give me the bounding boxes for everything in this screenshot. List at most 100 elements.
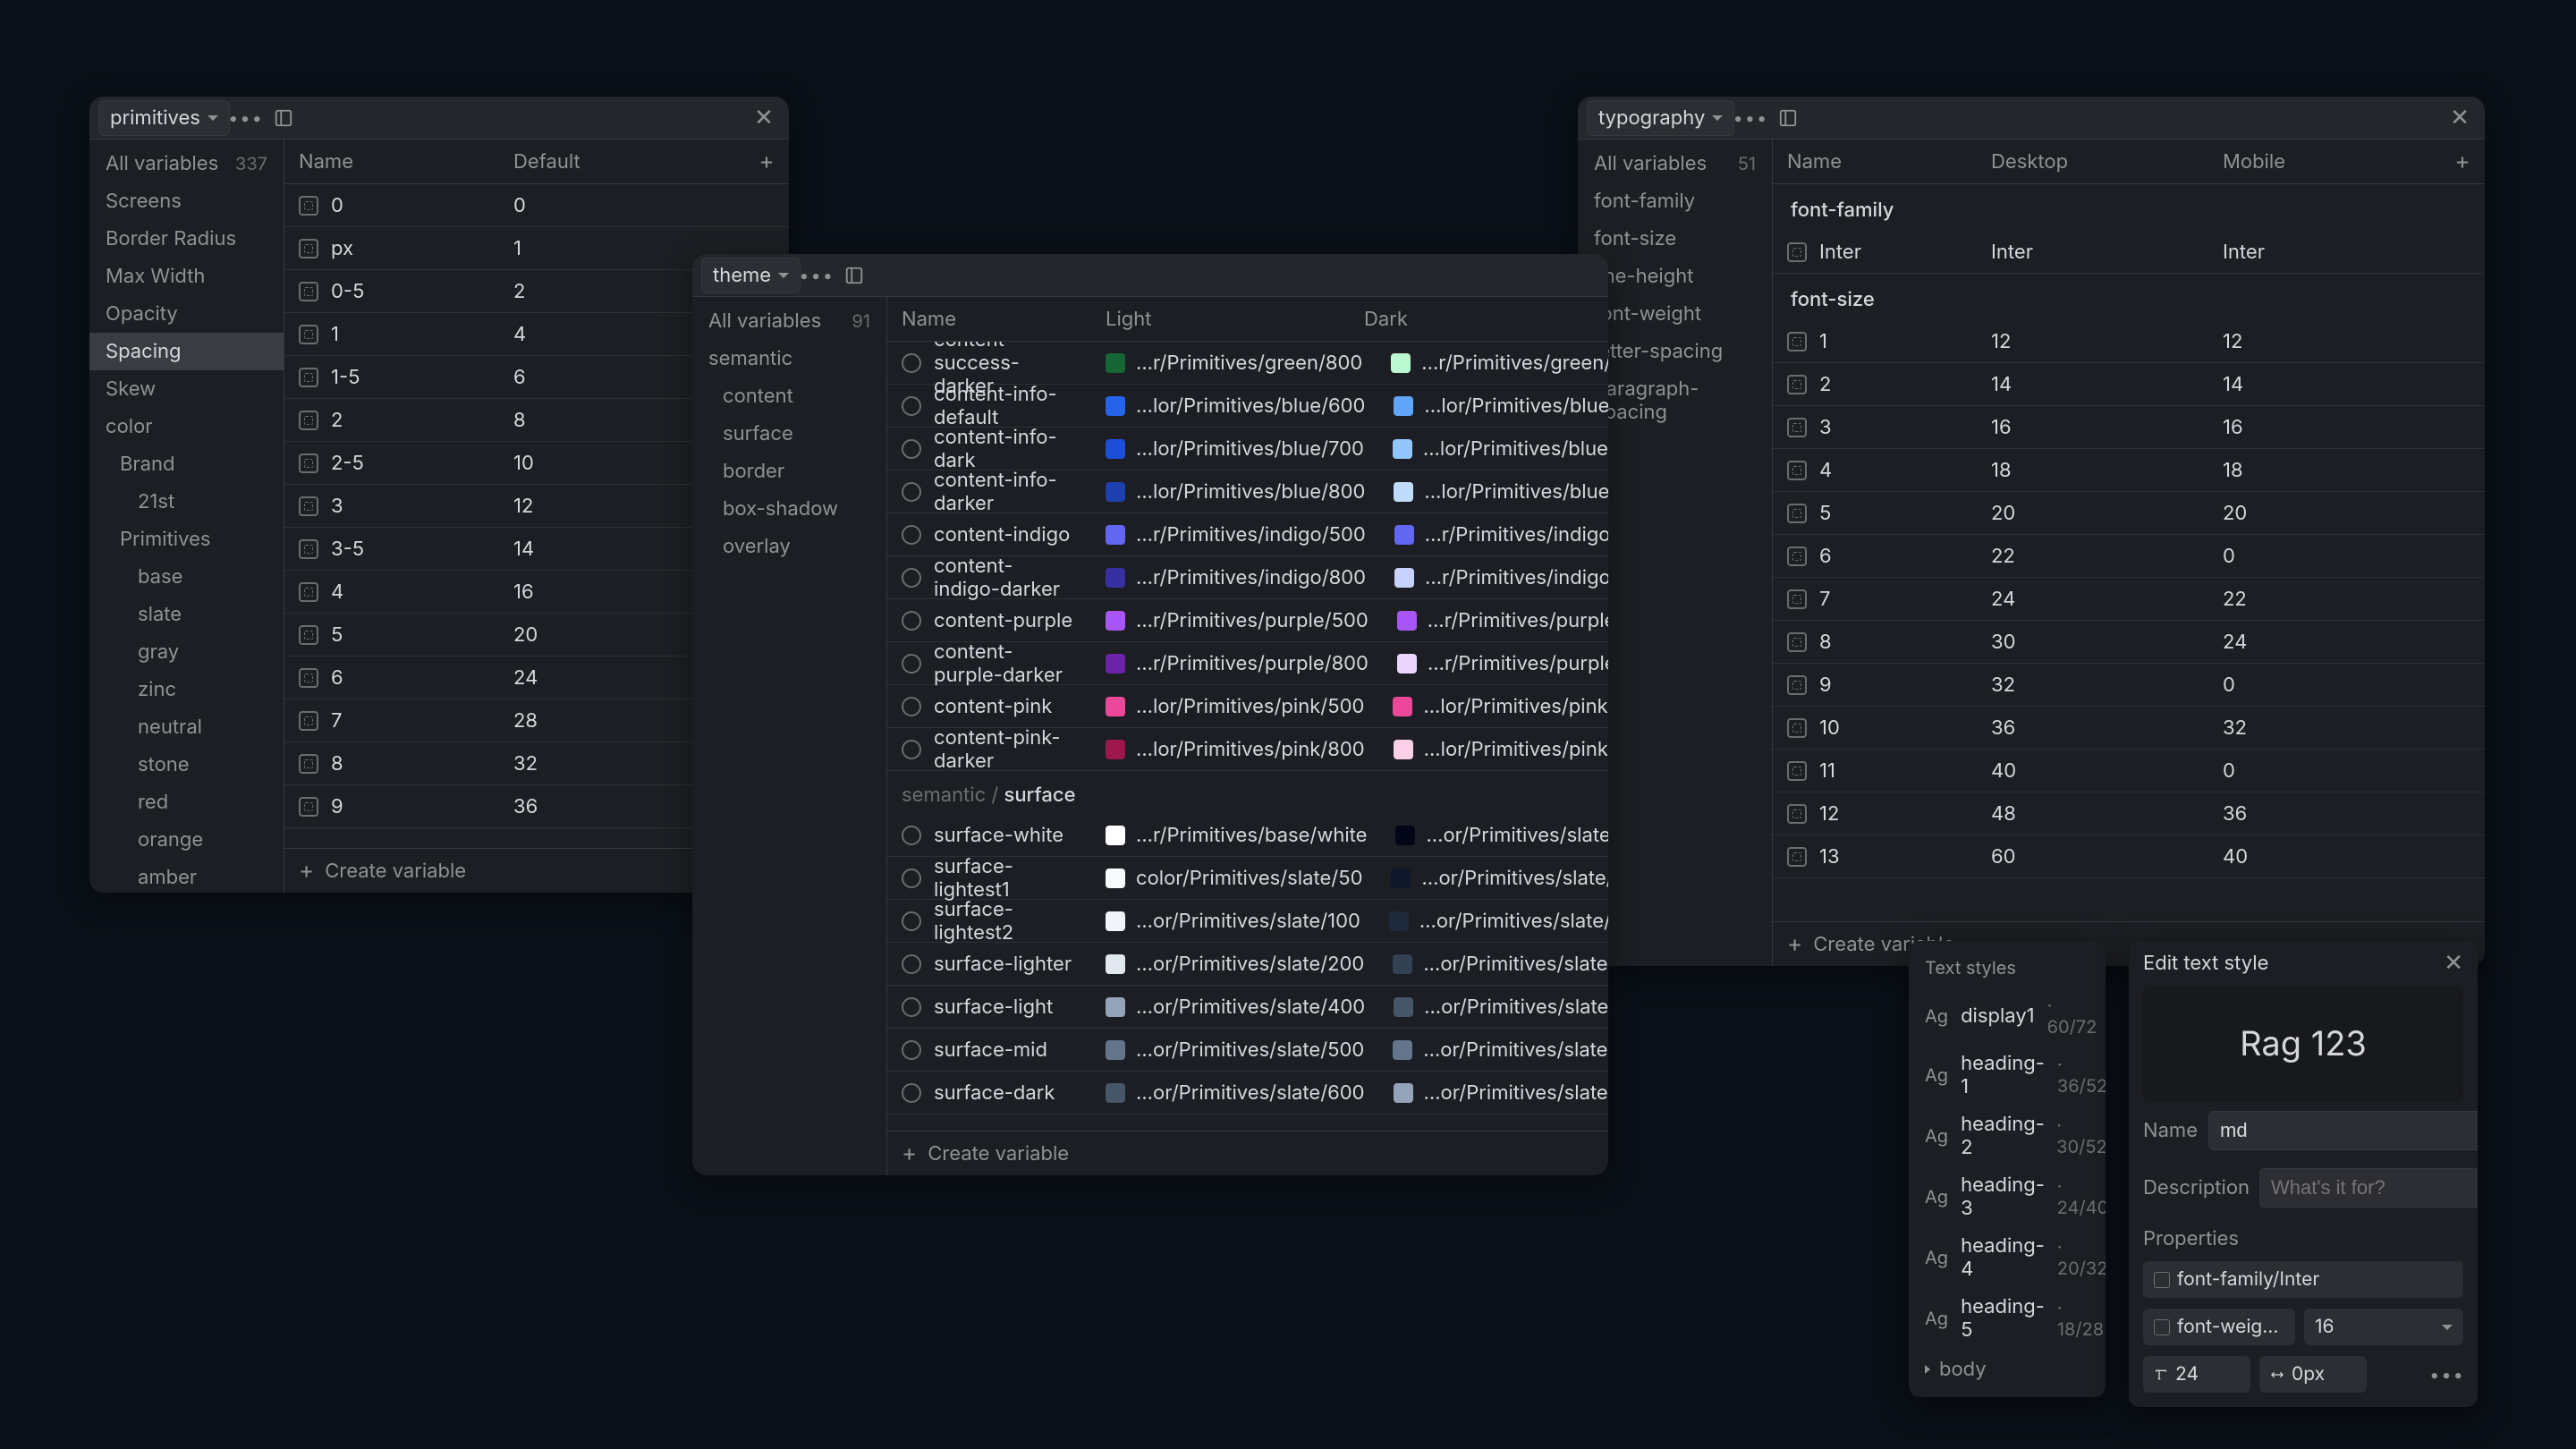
sidebar-item[interactable]: amber	[89, 859, 284, 893]
table-row[interactable]: surface-dark ...or/Primitives/slate/600 …	[887, 1072, 1608, 1114]
font-weight-chip[interactable]: font-weight/medium	[2143, 1309, 2295, 1345]
table-row[interactable]: content-purple ...r/Primitives/purple/50…	[887, 599, 1608, 642]
table-row[interactable]: surface-lightest1 color/Primitives/slate…	[887, 857, 1608, 900]
more-button[interactable]: •••	[230, 102, 262, 134]
sidebar-all-variables[interactable]: All variables 337	[89, 145, 284, 182]
table-row[interactable]: 3 16 16	[1773, 406, 2485, 449]
sidebar-toggle[interactable]	[1772, 102, 1804, 134]
sidebar-item[interactable]: semantic	[692, 340, 886, 377]
sidebar-item[interactable]: Opacity	[89, 295, 284, 333]
table-row[interactable]: content-purple-darker ...r/Primitives/pu…	[887, 642, 1608, 685]
table-row[interactable]: content-pink-darker ...lor/Primitives/pi…	[887, 728, 1608, 771]
table-row[interactable]: content-info-darker ...lor/Primitives/bl…	[887, 470, 1608, 513]
collection-dropdown[interactable]: typography	[1587, 100, 1734, 136]
more-button[interactable]: •••	[801, 259, 833, 292]
table-row[interactable]: surface-light ...or/Primitives/slate/400…	[887, 986, 1608, 1029]
add-column-button[interactable]: +	[2440, 150, 2485, 174]
description-input[interactable]	[2259, 1168, 2478, 1208]
sidebar-item[interactable]: Screens	[89, 182, 284, 220]
table-row[interactable]: 8 30 24	[1773, 621, 2485, 664]
sidebar-toggle[interactable]	[838, 259, 870, 292]
collection-dropdown[interactable]: theme	[701, 258, 801, 293]
sidebar-item[interactable]: Skew	[89, 370, 284, 408]
table-row[interactable]: 6 22 0	[1773, 535, 2485, 578]
sidebar-item[interactable]: overlay	[692, 528, 886, 565]
text-style-item[interactable]: Ag heading-5· 18/28	[1909, 1288, 2106, 1349]
sidebar-item[interactable]: zinc	[89, 671, 284, 708]
table-row[interactable]: surface-white ...r/Primitives/base/white…	[887, 814, 1608, 857]
sidebar-count: 337	[235, 153, 267, 174]
create-variable-button[interactable]: + Create variable	[887, 1131, 1608, 1175]
edit-text-style-popup: Edit text style ✕ Rag 123 Name Descripti…	[2129, 941, 2478, 1407]
var-name: 6	[1819, 545, 1832, 568]
sidebar-item[interactable]: gray	[89, 633, 284, 671]
table-row[interactable]: content-info-dark ...lor/Primitives/blue…	[887, 428, 1608, 470]
sidebar-item[interactable]: Border Radius	[89, 220, 284, 258]
font-weight-value[interactable]: 16	[2304, 1309, 2463, 1345]
text-style-item[interactable]: Ag heading-3· 24/40	[1909, 1166, 2106, 1227]
table-row[interactable]: content-success-darker ...r/Primitives/g…	[887, 342, 1608, 385]
table-row[interactable]: 10 36 32	[1773, 707, 2485, 750]
table-row[interactable]: surface-lighter ...or/Primitives/slate/2…	[887, 943, 1608, 986]
close-button[interactable]: ✕	[2444, 952, 2463, 975]
sidebar-item[interactable]: base	[89, 558, 284, 596]
sidebar-item[interactable]: box-shadow	[692, 490, 886, 528]
sidebar-item[interactable]: Brand	[89, 445, 284, 483]
sidebar-item[interactable]: Max Width	[89, 258, 284, 295]
more-button[interactable]: •••	[1734, 102, 1767, 134]
letter-spacing-input[interactable]: 0px	[2259, 1356, 2367, 1393]
mobile-value: 0	[2208, 674, 2440, 697]
mobile-value: 14	[2208, 373, 2440, 396]
sidebar-item[interactable]: neutral	[89, 708, 284, 746]
table-row[interactable]: 13 60 40	[1773, 835, 2485, 878]
sidebar-item[interactable]: content	[692, 377, 886, 415]
sidebar-item[interactable]: surface	[692, 415, 886, 453]
table-row[interactable]: Inter Inter Inter	[1773, 231, 2485, 274]
close-button[interactable]: ✕	[748, 102, 780, 134]
add-column-button[interactable]: +	[744, 150, 789, 174]
sidebar-item[interactable]: slate	[89, 596, 284, 633]
tree-body-item[interactable]: body	[1909, 1349, 2106, 1385]
color-swatch	[1391, 353, 1411, 373]
sidebar-item[interactable]: Spacing	[89, 333, 284, 370]
sidebar-item[interactable]: font-size	[1578, 220, 1772, 258]
sidebar-item[interactable]: 21st	[89, 483, 284, 521]
font-family-chip[interactable]: font-family/Inter	[2143, 1261, 2463, 1298]
table-row[interactable]: 4 18 18	[1773, 449, 2485, 492]
font-size-input[interactable]: 24	[2143, 1356, 2250, 1393]
table-row[interactable]: content-pink ...lor/Primitives/pink/500 …	[887, 685, 1608, 728]
table-row[interactable]: 9 32 0	[1773, 664, 2485, 707]
chip-label: font-weight/medium	[2177, 1316, 2284, 1338]
table-row[interactable]: surface-lightest2 ...or/Primitives/slate…	[887, 900, 1608, 943]
sidebar-item[interactable]: color	[89, 408, 284, 445]
sidebar-item[interactable]: red	[89, 784, 284, 821]
table-row[interactable]: 2 14 14	[1773, 363, 2485, 406]
text-style-item[interactable]: Ag heading-4· 20/32	[1909, 1227, 2106, 1288]
sidebar-item[interactable]: border	[692, 453, 886, 490]
text-style-item[interactable]: Ag heading-2· 30/52	[1909, 1106, 2106, 1166]
text-style-item[interactable]: Ag heading-1· 36/52	[1909, 1045, 2106, 1106]
table-row[interactable]: 00	[284, 184, 789, 227]
sidebar-all-variables[interactable]: All variables 51	[1578, 145, 1772, 182]
table-row[interactable]: 5 20 20	[1773, 492, 2485, 535]
table-row[interactable]: content-indigo-darker ...r/Primitives/in…	[887, 556, 1608, 599]
sidebar-item[interactable]: font-family	[1578, 182, 1772, 220]
sidebar-item[interactable]: stone	[89, 746, 284, 784]
close-button[interactable]: ✕	[2444, 102, 2476, 134]
table-row[interactable]: content-info-default ...lor/Primitives/b…	[887, 385, 1608, 428]
table-row[interactable]: 11 40 0	[1773, 750, 2485, 792]
text-style-item[interactable]: Ag display1· 60/72	[1909, 987, 2106, 1045]
sidebar-all-variables[interactable]: All variables 91	[692, 302, 886, 340]
collection-dropdown[interactable]: primitives	[98, 100, 230, 136]
sidebar-item[interactable]: Primitives	[89, 521, 284, 558]
sidebar-toggle[interactable]	[267, 102, 300, 134]
sidebar-item[interactable]: orange	[89, 821, 284, 859]
more-button[interactable]: •••	[2431, 1359, 2463, 1391]
table-row[interactable]: 12 48 36	[1773, 792, 2485, 835]
table-row[interactable]: surface-mid ...or/Primitives/slate/500 .…	[887, 1029, 1608, 1072]
table-row[interactable]: 7 24 22	[1773, 578, 2485, 621]
color-swatch	[1106, 654, 1125, 674]
table-row[interactable]: 1 12 12	[1773, 320, 2485, 363]
table-row[interactable]: content-indigo ...r/Primitives/indigo/50…	[887, 513, 1608, 556]
name-input[interactable]	[2208, 1111, 2478, 1150]
